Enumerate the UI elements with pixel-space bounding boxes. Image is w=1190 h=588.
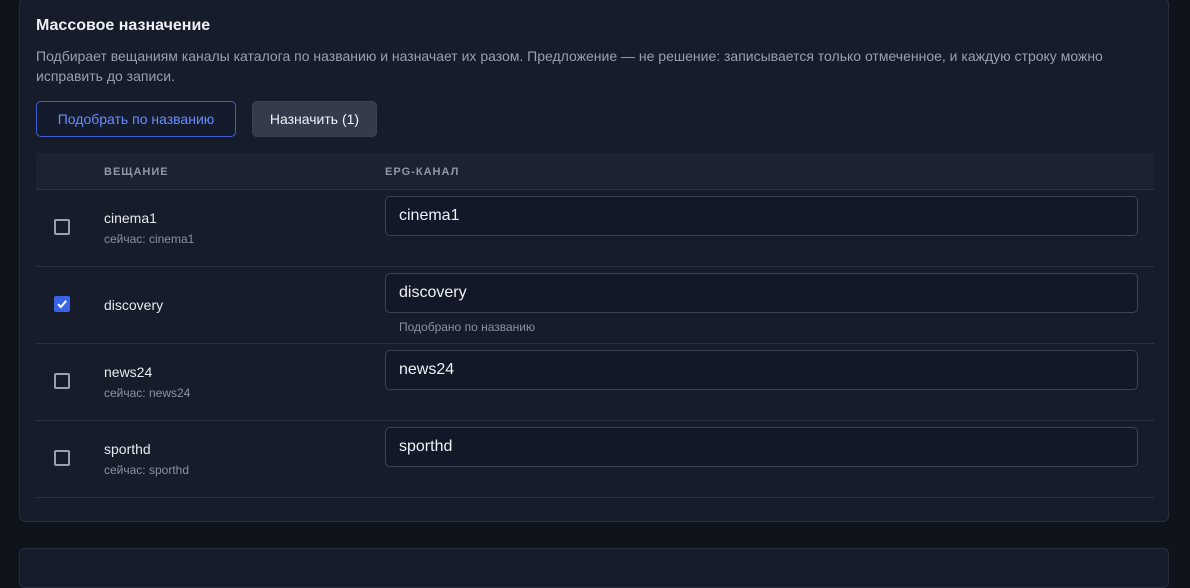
epg-channel-input[interactable]: [385, 350, 1138, 390]
checkmark-icon: [57, 300, 67, 309]
match-by-name-button[interactable]: Подобрать по названию: [36, 101, 236, 137]
row-checkbox[interactable]: [54, 450, 70, 466]
column-header-broadcast: ВЕЩАНИЕ: [104, 166, 169, 178]
epg-channel-input[interactable]: [385, 273, 1138, 313]
broadcast-current: сейчас: sporthd: [104, 463, 189, 477]
broadcast-name: news24: [104, 364, 153, 380]
broadcast-current: сейчас: cinema1: [104, 232, 195, 246]
match-hint: Подобрано по названию: [399, 320, 535, 334]
table-row: discovery Подобрано по названию: [36, 267, 1154, 344]
epg-channel-input[interactable]: [385, 196, 1138, 236]
broadcast-name: cinema1: [104, 210, 157, 226]
epg-channel-input[interactable]: [385, 427, 1138, 467]
broadcast-current: сейчас: news24: [104, 386, 191, 400]
row-checkbox[interactable]: [54, 373, 70, 389]
table-row: cinema1 сейчас: cinema1: [36, 190, 1154, 267]
assign-button[interactable]: Назначить (1): [252, 101, 377, 137]
bulk-assign-panel: Массовое назначение Подбирает вещаниям к…: [19, 0, 1169, 522]
assignment-table: ВЕЩАНИЕ EPG-КАНАЛ cinema1 сейчас: cinema…: [36, 153, 1154, 498]
row-checkbox[interactable]: [54, 296, 70, 312]
table-header: ВЕЩАНИЕ EPG-КАНАЛ: [36, 153, 1154, 190]
broadcast-name: discovery: [104, 297, 164, 313]
panel-description: Подбирает вещаниям каналы каталога по на…: [36, 48, 1103, 84]
panel-title: Массовое назначение: [36, 17, 211, 34]
table-row: sporthd сейчас: sporthd: [36, 421, 1154, 498]
next-panel: [19, 548, 1169, 588]
table-row: news24 сейчас: news24: [36, 344, 1154, 421]
column-header-epg: EPG-КАНАЛ: [385, 166, 460, 178]
row-checkbox[interactable]: [54, 219, 70, 235]
broadcast-name: sporthd: [104, 441, 151, 457]
